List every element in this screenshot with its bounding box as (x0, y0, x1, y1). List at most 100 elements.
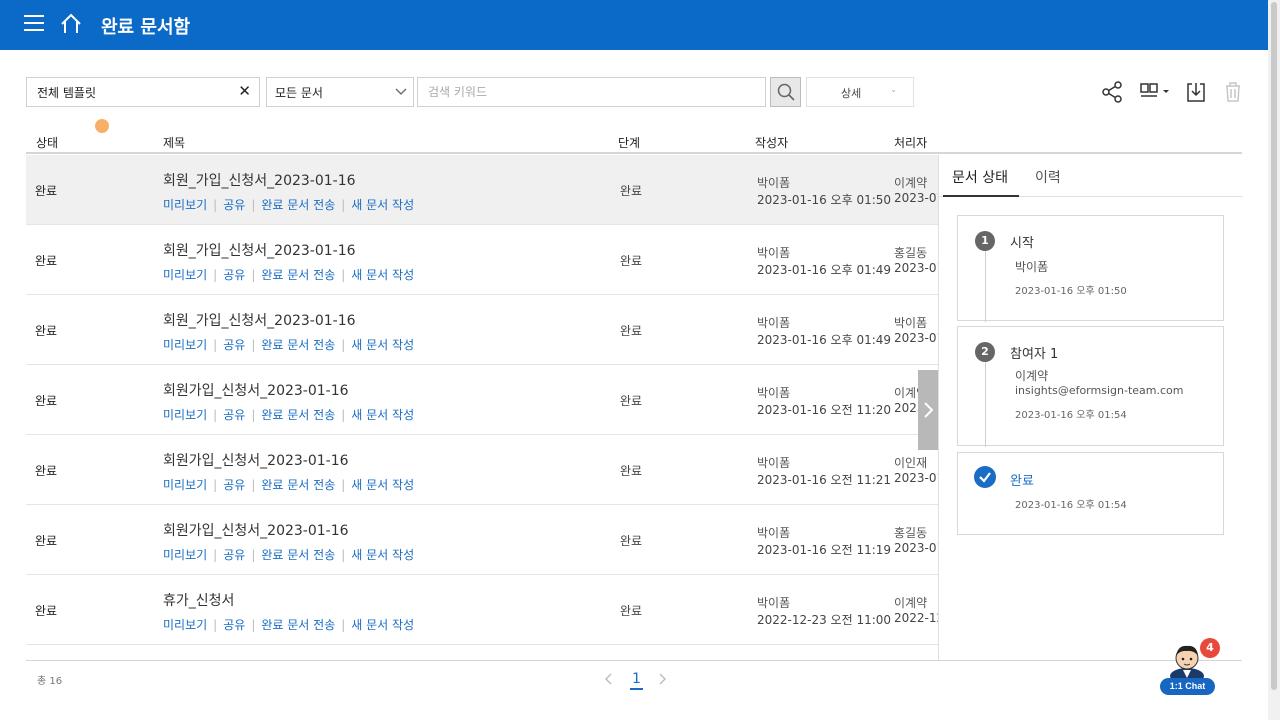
tab-history[interactable]: 이력 (1035, 167, 1061, 187)
preview-link[interactable]: 미리보기 (163, 548, 207, 562)
new-document-link[interactable]: 새 문서 작성 (351, 408, 414, 422)
menu-icon[interactable] (24, 15, 44, 35)
send-completed-link[interactable]: 완료 문서 전송 (261, 338, 335, 352)
search-button[interactable] (770, 77, 801, 107)
page-title: 완료 문서함 (101, 17, 191, 38)
preview-link[interactable]: 미리보기 (163, 338, 207, 352)
column-header-title[interactable]: 제목 (163, 134, 185, 151)
row-title[interactable]: 회원가입_신청서_2023-01-16 (163, 380, 349, 400)
column-header-status[interactable]: 상태 (36, 134, 58, 151)
row-handler-date: 2022-12 (894, 611, 938, 625)
row-handler-date: 2023-01 (894, 541, 938, 555)
clear-icon[interactable]: ✕ (238, 82, 251, 100)
chevron-left-icon[interactable] (603, 672, 615, 690)
table-row[interactable]: 완료 회원_가입_신청서_2023-01-16 미리보기 | 공유 | 완료 문서 전송… (26, 225, 938, 295)
trash-icon[interactable] (1224, 81, 1242, 107)
chevron-right-icon[interactable] (656, 672, 668, 690)
table-row[interactable]: 완료 회원가입_신청서_2023-01-16 미리보기 | 공유 | 완료 문서 전송 |… (26, 365, 938, 435)
share-link[interactable]: 공유 (223, 338, 245, 352)
row-title[interactable]: 휴가_신청서 (163, 590, 234, 610)
preview-link[interactable]: 미리보기 (163, 408, 207, 422)
chat-button-label[interactable]: 1:1 Chat (1160, 678, 1215, 695)
row-author-date: 2023-01-16 오후 01:49 (757, 333, 892, 347)
detail-search-button[interactable]: 상세 ⌄ (806, 77, 914, 107)
page-scrollbar[interactable] (1268, 0, 1280, 720)
side-panel-tabs: 문서 상태 이력 (939, 155, 1243, 197)
send-completed-link[interactable]: 완료 문서 전송 (261, 408, 335, 422)
scrollbar-thumb[interactable] (1271, 2, 1277, 690)
row-author-date: 2023-01-16 오전 11:21 (757, 473, 892, 487)
share-link[interactable]: 공유 (223, 548, 245, 562)
table-row[interactable]: 완료 회원가입_신청서_2023-01-16 미리보기 | 공유 | 완료 문서 전송 |… (26, 505, 938, 575)
table-row[interactable]: 완료 회원_가입_신청서_2023-01-16 미리보기 | 공유 | 완료 문서 전송… (26, 295, 938, 365)
panel-toggle-button[interactable] (918, 370, 938, 450)
row-author: 박이폼 (757, 526, 791, 540)
new-document-link[interactable]: 새 문서 작성 (351, 548, 414, 562)
row-author-date: 2023-01-16 오후 01:50 (757, 193, 892, 207)
row-handler-date: 2023-01 (894, 261, 938, 275)
share-link[interactable]: 공유 (223, 478, 245, 492)
preview-link[interactable]: 미리보기 (163, 198, 207, 212)
row-stage: 완료 (620, 604, 643, 618)
row-author: 박이폼 (757, 316, 791, 330)
new-document-link[interactable]: 새 문서 작성 (351, 478, 414, 492)
row-title[interactable]: 회원가입_신청서_2023-01-16 (163, 450, 349, 470)
chat-widget[interactable]: 4 1:1 Chat (1160, 638, 1220, 696)
row-author: 박이폼 (757, 386, 791, 400)
new-document-link[interactable]: 새 문서 작성 (351, 618, 414, 632)
preview-link[interactable]: 미리보기 (163, 478, 207, 492)
preview-link[interactable]: 미리보기 (163, 618, 207, 632)
table-row[interactable]: 완료 휴가_신청서 미리보기 | 공유 | 완료 문서 전송 | 새 문서 작성 완료 박이… (26, 575, 938, 645)
row-title[interactable]: 회원가입_신청서_2023-01-16 (163, 520, 349, 540)
chevron-down-icon: ⌄ (890, 85, 897, 94)
preview-link[interactable]: 미리보기 (163, 268, 207, 282)
new-document-link[interactable]: 새 문서 작성 (351, 338, 414, 352)
share-icon[interactable] (1101, 81, 1123, 107)
row-handler-date: 2023-01 (894, 331, 938, 345)
home-icon[interactable] (60, 13, 82, 39)
column-view-icon[interactable] (1140, 81, 1172, 107)
row-actions: 미리보기 | 공유 | 완료 문서 전송 | 새 문서 작성 (163, 408, 415, 422)
chevron-right-icon (924, 402, 934, 418)
row-title[interactable]: 회원_가입_신청서_2023-01-16 (163, 240, 356, 260)
row-title[interactable]: 회원_가입_신청서_2023-01-16 (163, 170, 356, 190)
row-stage: 완료 (620, 534, 643, 548)
send-completed-link[interactable]: 완료 문서 전송 (261, 618, 335, 632)
table-row[interactable]: 완료 회원_가입_신청서_2023-01-16 미리보기 | 공유 | 완료 문서 전송… (26, 155, 938, 225)
page-number[interactable]: 1 (630, 670, 643, 690)
send-completed-link[interactable]: 완료 문서 전송 (261, 198, 335, 212)
tab-document-status[interactable]: 문서 상태 (952, 167, 1008, 187)
download-icon[interactable] (1185, 81, 1207, 107)
share-link[interactable]: 공유 (223, 268, 245, 282)
share-link[interactable]: 공유 (223, 618, 245, 632)
row-handler: 홍길동 (894, 526, 928, 540)
row-stage: 완료 (620, 324, 643, 338)
row-status: 완료 (35, 464, 58, 478)
share-link[interactable]: 공유 (223, 198, 245, 212)
step-card-start: 1 시작 박이폼 2023-01-16 오후 01:50 (957, 215, 1224, 322)
row-stage: 완료 (620, 394, 643, 408)
new-document-link[interactable]: 새 문서 작성 (351, 268, 414, 282)
column-header-handler[interactable]: 처리자 (894, 134, 927, 151)
step-card-complete: 완료 2023-01-16 오후 01:54 (957, 452, 1224, 535)
template-select-value: 전체 템플릿 (37, 86, 97, 100)
column-header-author[interactable]: 작성자 (755, 134, 788, 151)
search-input[interactable] (417, 77, 766, 107)
send-completed-link[interactable]: 완료 문서 전송 (261, 268, 335, 282)
share-link[interactable]: 공유 (223, 408, 245, 422)
column-header-stage[interactable]: 단계 (618, 134, 640, 151)
new-document-link[interactable]: 새 문서 작성 (351, 198, 414, 212)
document-filter-select[interactable]: 모든 문서 (266, 77, 414, 107)
row-stage: 완료 (620, 184, 643, 198)
table-row[interactable]: 완료 회원가입_신청서_2023-01-16 미리보기 | 공유 | 완료 문서 전송 |… (26, 435, 938, 505)
template-select[interactable]: 전체 템플릿 ✕ (26, 77, 260, 107)
step-number: 1 (975, 231, 995, 251)
row-title[interactable]: 회원_가입_신청서_2023-01-16 (163, 310, 356, 330)
step-timestamp: 2023-01-16 오후 01:50 (1015, 286, 1127, 297)
row-actions: 미리보기 | 공유 | 완료 문서 전송 | 새 문서 작성 (163, 338, 415, 352)
row-actions: 미리보기 | 공유 | 완료 문서 전송 | 새 문서 작성 (163, 548, 415, 562)
row-handler: 이계약 (894, 176, 928, 190)
send-completed-link[interactable]: 완료 문서 전송 (261, 478, 335, 492)
send-completed-link[interactable]: 완료 문서 전송 (261, 548, 335, 562)
cursor-indicator (95, 119, 109, 133)
